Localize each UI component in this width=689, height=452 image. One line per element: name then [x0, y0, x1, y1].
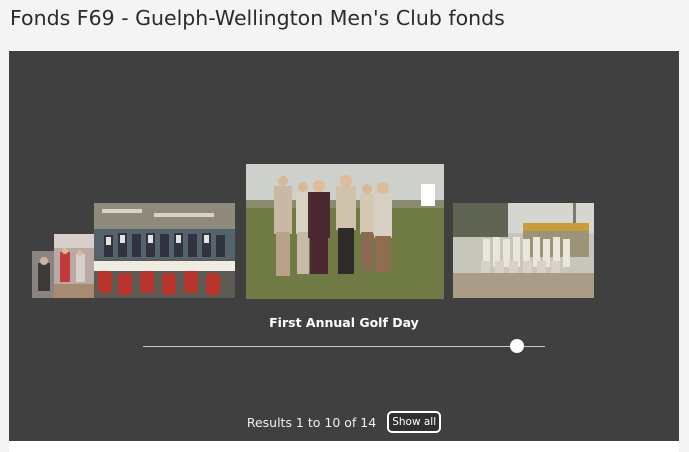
image-carousel: First Annual Golf Day Results 1 to 10 of…: [9, 51, 679, 441]
carousel-image-current[interactable]: [246, 164, 444, 299]
carousel-slider[interactable]: [143, 339, 545, 353]
show-all-button[interactable]: Show all: [387, 411, 442, 433]
results-row: Results 1 to 10 of 14 Show all: [9, 410, 679, 434]
page-title: Fonds F69 - Guelph-Wellington Men's Club…: [10, 6, 505, 30]
content-strip: [9, 441, 679, 452]
carousel-thumbnail-5[interactable]: [453, 203, 594, 298]
results-count: Results 1 to 10 of 14: [246, 414, 377, 430]
carousel-thumbnail-2[interactable]: [54, 234, 95, 298]
carousel-caption: First Annual Golf Day: [269, 315, 419, 330]
carousel-thumbnail-3[interactable]: [94, 203, 235, 298]
slider-handle[interactable]: [509, 339, 524, 353]
